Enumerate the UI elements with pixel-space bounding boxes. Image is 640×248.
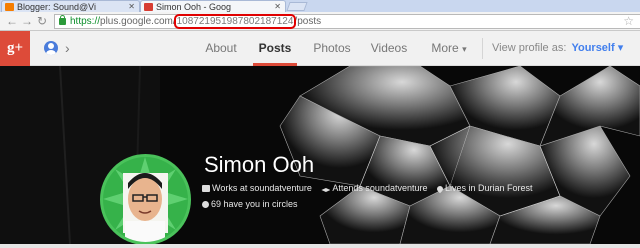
address-bar[interactable]: https://plus.google.com/1087219519878021… <box>54 14 640 29</box>
bookmark-star-icon[interactable]: ☆ <box>623 15 634 28</box>
close-tab-icon[interactable]: ✕ <box>128 1 135 12</box>
cover-photo: Simon Ooh Works at soundatventure Attend… <box>0 66 640 244</box>
tab-about[interactable]: About <box>197 31 245 66</box>
cover-image <box>0 66 640 244</box>
gplus-nav: g+ › About Posts Photos Videos More ▾ Vi… <box>0 31 640 66</box>
tab-photos[interactable]: Photos <box>306 31 358 66</box>
gplus-favicon-icon <box>144 3 153 11</box>
reload-icon[interactable]: ↻ <box>37 15 47 27</box>
view-profile-as: View profile as: Yourself ▾ <box>492 31 623 66</box>
avatar-photo <box>103 157 188 242</box>
view-profile-label: View profile as: <box>492 42 567 54</box>
url-path: /posts <box>294 16 322 27</box>
browser-toolbar: ← → ↻ https://plus.google.com/1087219519… <box>0 12 640 31</box>
tab-title: Simon Ooh - Goog <box>156 2 232 12</box>
tab-videos[interactable]: Videos <box>364 31 414 66</box>
location-text: Lives in Durian Forest <box>445 183 533 193</box>
new-tab-button[interactable] <box>286 2 308 11</box>
tab-posts[interactable]: Posts <box>253 31 297 66</box>
work-text: Works at soundatventure <box>212 183 312 193</box>
chevron-down-icon: ▾ <box>462 44 467 54</box>
profile-info: Works at soundatventure Attends soundatv… <box>202 183 540 194</box>
tab-more-label: More <box>431 41 459 55</box>
tab-title: Blogger: Sound@Vi <box>17 2 97 12</box>
tab-more[interactable]: More ▾ <box>425 31 473 66</box>
location-pin-icon <box>435 184 445 194</box>
graduation-cap-icon <box>321 188 331 192</box>
back-arrow-icon[interactable]: ← <box>6 15 18 27</box>
url-host: plus.google.com/ <box>100 16 176 27</box>
view-profile-value: Yourself <box>571 42 615 54</box>
browser-tab-gplus[interactable]: Simon Ooh - Goog ✕ <box>140 0 286 12</box>
education-text: Attends soundatventure <box>332 183 428 193</box>
profile-name: Simon Ooh <box>204 152 315 177</box>
browser-tab-blogger[interactable]: Blogger: Sound@Vi ✕ <box>1 0 140 12</box>
circles-count[interactable]: 69 have you in circles <box>202 199 298 209</box>
circles-icon <box>202 201 209 208</box>
close-tab-icon[interactable]: ✕ <box>274 1 281 12</box>
view-profile-select[interactable]: Yourself ▾ <box>571 42 623 54</box>
work-item: Works at soundatventure <box>202 183 312 193</box>
forward-arrow-icon[interactable]: → <box>21 15 33 27</box>
url-text: https://plus.google.com/1087219519878021… <box>70 14 322 29</box>
gplus-logo[interactable]: g+ <box>0 31 30 66</box>
blogger-icon <box>5 3 14 11</box>
browser-tabstrip: Blogger: Sound@Vi ✕ Simon Ooh - Goog ✕ <box>0 0 640 12</box>
education-item: Attends soundatventure <box>321 183 427 193</box>
content-edge <box>0 244 640 248</box>
nav-divider <box>482 38 483 59</box>
url-scheme: https:// <box>70 16 101 27</box>
briefcase-icon <box>202 185 210 192</box>
avatar[interactable] <box>100 154 191 244</box>
lock-icon <box>59 15 66 25</box>
location-item: Lives in Durian Forest <box>435 183 533 194</box>
chevron-right-icon[interactable]: › <box>65 40 70 56</box>
url-profile-id: 108721951987802187124 <box>173 14 297 29</box>
profile-icon[interactable] <box>44 41 58 55</box>
circles-text: 69 have you in circles <box>211 199 298 209</box>
